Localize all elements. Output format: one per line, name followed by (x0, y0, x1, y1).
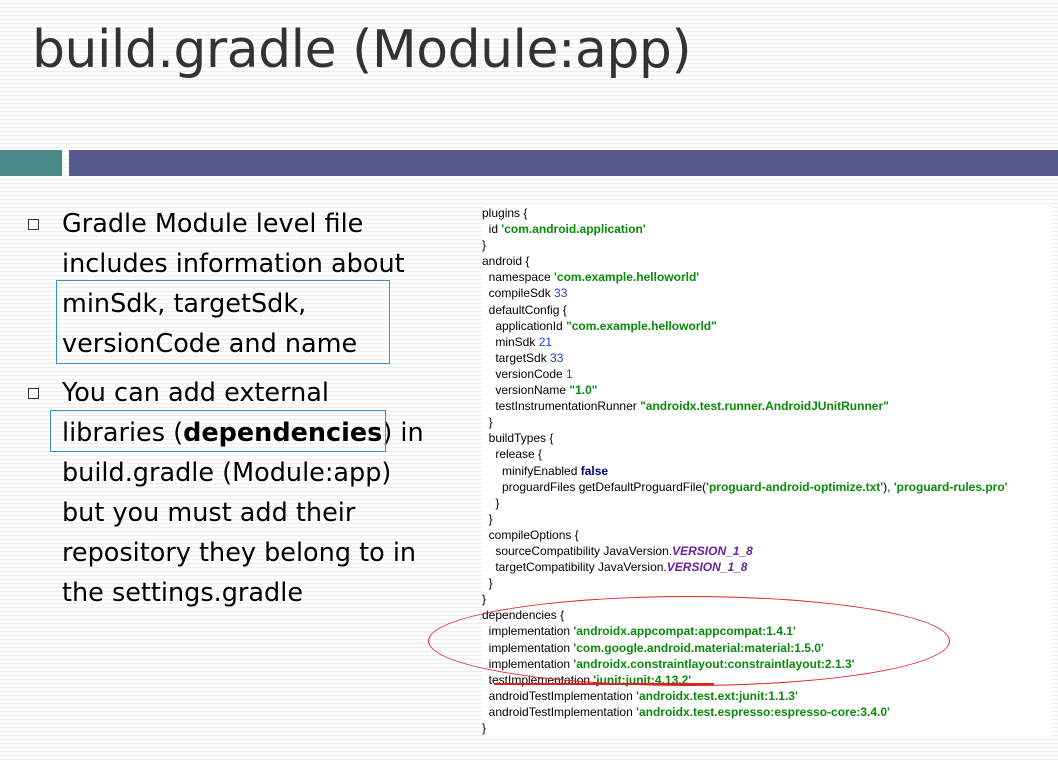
code-line: id 'com.android.application' (482, 221, 1052, 237)
code-token: compileSdk (482, 286, 555, 301)
code-token: } (482, 238, 487, 253)
accent-bar-teal (0, 150, 62, 176)
code-line: targetCompatibility JavaVersion.VERSION_… (482, 559, 1052, 575)
bullet-line: but you must add their (62, 498, 356, 528)
code-token: proguardFiles getDefaultProguardFile( (482, 479, 707, 494)
code-token: buildTypes { (482, 431, 554, 446)
code-token: VERSION_1_8 (666, 560, 748, 575)
code-token: 'com.android.application' (501, 222, 646, 237)
bullet-square-icon (28, 388, 39, 399)
code-line: buildTypes { (482, 430, 1052, 446)
code-line: versionName "1.0" (482, 382, 1052, 398)
code-token: 33 (550, 350, 564, 365)
code-token: false (580, 463, 609, 478)
code-token: } (482, 721, 487, 735)
code-token: 33 (554, 286, 568, 301)
slide-title: build.gradle (Module:app) (32, 20, 692, 80)
code-line: androidTestImplementation 'androidx.test… (482, 688, 1052, 704)
code-line: namespace 'com.example.helloworld' (482, 269, 1052, 285)
code-line: plugins { (482, 205, 1052, 221)
code-line: applicationId "com.example.helloworld" (482, 318, 1052, 334)
code-token: androidTestImplementation (482, 688, 637, 703)
code-token: compileOptions { (482, 527, 579, 542)
code-token: } (482, 576, 493, 591)
code-line: } (482, 237, 1052, 253)
bullet-line: includes information about (62, 249, 405, 279)
code-token: versionName (482, 383, 570, 398)
code-token: } (482, 415, 493, 430)
bullet-line: repository they belong to in (62, 538, 417, 568)
code-line: androidTestImplementation 'androidx.test… (482, 704, 1052, 720)
code-token: 'androidx.test.espresso:espresso-core:3.… (636, 704, 890, 719)
code-line: proguardFiles getDefaultProguardFile('pr… (482, 479, 1052, 495)
code-token: versionCode (482, 366, 567, 381)
code-token: androidTestImplementation (482, 704, 637, 719)
code-token: VERSION_1_8 (672, 543, 753, 558)
code-token: minifyEnabled (482, 463, 581, 478)
bullet-line: Gradle Module level file (62, 209, 364, 239)
highlight-box-sdk-info (56, 280, 390, 364)
annotation-strike-line (494, 683, 714, 685)
code-token: } (482, 495, 500, 510)
bullet-line: You can add external (62, 378, 330, 408)
code-token: } (482, 592, 487, 607)
code-token: 1 (566, 366, 573, 381)
code-token: plugins { (482, 206, 528, 220)
bullet-square-icon (28, 219, 39, 230)
code-line: testInstrumentationRunner "androidx.test… (482, 398, 1052, 414)
code-line: android { (482, 253, 1052, 269)
code-token: defaultConfig { (482, 302, 567, 317)
code-line: sourceCompatibility JavaVersion.VERSION_… (482, 543, 1052, 559)
highlight-box-libraries (50, 410, 386, 452)
bullet-line: the settings.gradle (62, 578, 304, 608)
code-line: } (482, 495, 1052, 511)
annotation-oval (428, 596, 950, 686)
bullet-line: build.gradle (Module:app) (62, 458, 392, 488)
code-line: defaultConfig { (482, 302, 1052, 318)
code-token: namespace (482, 270, 555, 285)
code-token: 'androidx.test.ext:junit:1.1.3' (636, 688, 798, 703)
code-token: minSdk (482, 334, 539, 349)
code-token: 'proguard-rules.pro' (893, 479, 1008, 494)
code-line: minifyEnabled false (482, 463, 1052, 479)
code-line: } (482, 511, 1052, 527)
code-token: targetSdk (482, 350, 551, 365)
code-token: } (482, 511, 493, 526)
code-line: compileOptions { (482, 527, 1052, 543)
code-token: "androidx.test.runner.AndroidJUnitRunner… (640, 399, 889, 414)
code-token: testInstrumentationRunner (482, 399, 641, 414)
code-line: } (482, 575, 1052, 591)
code-token: ), (883, 479, 894, 494)
code-line: minSdk 21 (482, 334, 1052, 350)
code-line: } (482, 414, 1052, 430)
code-line: } (482, 720, 1052, 736)
code-token: "com.example.helloworld" (566, 318, 717, 333)
code-token: applicationId (482, 318, 567, 333)
code-token: id (482, 222, 502, 237)
code-token: targetCompatibility JavaVersion. (482, 560, 667, 575)
code-token: "1.0" (569, 383, 598, 398)
accent-bar-blue (69, 150, 1058, 176)
code-token: android { (482, 254, 530, 269)
bullet-text-part: ) in (382, 418, 424, 448)
code-line: targetSdk 33 (482, 350, 1052, 366)
code-token: 21 (538, 334, 553, 349)
code-line: release { (482, 446, 1052, 462)
code-token: 'com.example.helloworld' (554, 270, 700, 285)
code-token: release { (482, 447, 543, 462)
code-line: versionCode 1 (482, 366, 1052, 382)
code-token: sourceCompatibility JavaVersion. (482, 543, 673, 558)
code-token: 'proguard-android-optimize.txt' (706, 479, 884, 494)
code-line: compileSdk 33 (482, 285, 1052, 301)
